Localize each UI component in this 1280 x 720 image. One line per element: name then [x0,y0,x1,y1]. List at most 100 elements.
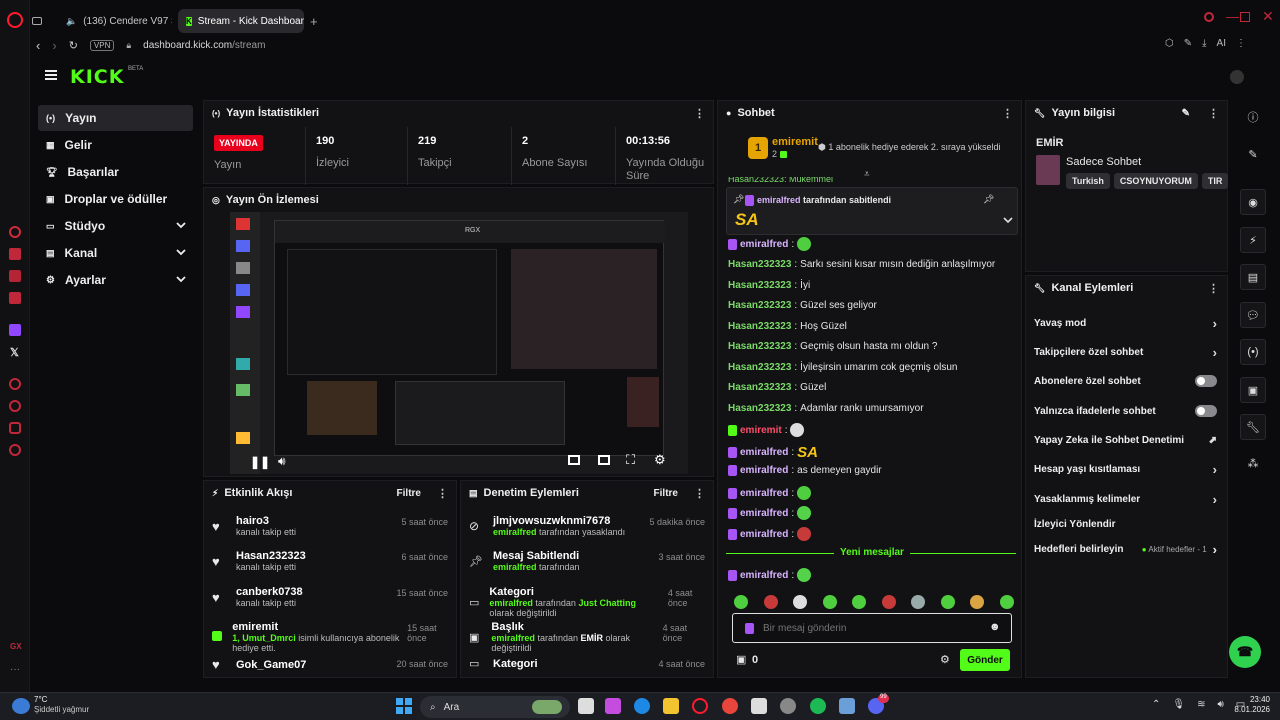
support-headset-icon[interactable]: ☎︎ [1229,636,1261,668]
nav-item-yayin[interactable]: (•) Yayın [38,105,193,131]
opera-icon[interactable] [692,698,708,714]
kick-logo[interactable]: KICK [70,66,124,88]
file-explorer-icon[interactable] [663,698,679,714]
chat-username[interactable]: emiremit [740,425,782,436]
chat-input[interactable] [763,620,983,636]
download-icon[interactable]: ⤓ [1202,38,1206,49]
more-icon[interactable]: ⋮ [694,107,705,120]
twitch-icon[interactable] [9,324,21,336]
aria-icon[interactable] [9,226,21,238]
workspaces-icon[interactable] [32,17,42,25]
messenger-icon[interactable] [9,248,21,260]
chat-username[interactable]: Hasan232323 [728,382,791,393]
chevron-up-icon[interactable]: ⌃ [1152,699,1160,710]
tab-youtube[interactable]: 🔈 (136) Cendere V97 Slo [52,9,172,33]
chat-username[interactable]: Hasan232323 [728,341,791,352]
filter-button[interactable]: Filtre [654,488,678,499]
extensions-icon[interactable] [9,422,21,434]
snapshot-icon[interactable]: ⬡ [1165,38,1174,49]
reload-icon[interactable]: ↻ [69,39,78,52]
chevron-down-icon[interactable] [175,246,187,261]
windows-start-icon[interactable] [396,698,412,714]
edit-icon[interactable]: ✎ [1182,108,1190,119]
forward-icon[interactable]: › [52,38,56,53]
chat-username[interactable]: emiralfred [740,447,788,458]
speaker-icon[interactable]: 🔈 [66,16,77,27]
emote-icon[interactable] [940,595,955,609]
chat-username[interactable]: Hasan232323 [728,403,791,414]
settings-icon[interactable] [9,444,21,456]
maximize-button[interactable] [1240,12,1250,22]
emote-icon[interactable] [911,595,926,609]
opera-logo-icon[interactable] [7,12,23,28]
chat-username[interactable]: Hasan232323 [728,280,791,291]
chat-icon[interactable]: 💬︎ [1240,302,1266,328]
gear-icon[interactable]: ⚙ [654,452,666,468]
tag[interactable]: Turkish [1066,173,1110,189]
pin-icon[interactable]: ✎ [1184,38,1192,49]
mail-icon[interactable] [9,292,21,304]
back-icon[interactable]: ‹ [36,38,40,53]
player-icon[interactable] [9,378,21,390]
chat-username[interactable]: emiralfred [740,488,788,499]
chat-input-box[interactable]: ☻ [732,613,1012,643]
minimize-button[interactable]: — [1226,9,1239,24]
tab-search-icon[interactable] [1204,12,1214,22]
chat-username[interactable]: emiralfred [740,508,788,519]
url-field[interactable]: dashboard.kick.com/stream [143,40,265,51]
edit-icon[interactable]: ✎ [1240,141,1266,167]
more-icon[interactable]: ⋮ [1002,107,1013,120]
task-view-icon[interactable] [578,698,594,714]
history-icon[interactable] [9,400,21,412]
unpin-icon[interactable]: 📌︎ [983,194,994,205]
filter-button[interactable]: Filtre [397,488,421,499]
chat-username[interactable]: Hasan232323 [728,300,791,311]
chevron-down-icon[interactable] [1003,214,1013,228]
emote-icon[interactable] [734,595,748,609]
action-raid[interactable]: İzleyici Yönlendir [1034,513,1217,535]
volume-icon[interactable]: 🔊︎ [278,454,286,469]
gx-icon[interactable]: GX [10,642,22,651]
chat-username[interactable]: emiralfred [740,239,788,250]
fullscreen-icon[interactable]: ⛶ [626,452,635,468]
store-icon[interactable] [751,698,767,714]
chat-username[interactable]: Hasan232323 [728,259,791,270]
nav-item-basarilar[interactable]: 🏆︎ Başarılar [38,159,193,185]
menu-icon[interactable]: ⋮ [1236,38,1246,49]
app-icon[interactable] [839,698,855,714]
x-icon[interactable]: 𝕏 [10,346,19,359]
mic-icon[interactable]: 🎙︎ [1172,699,1185,710]
action-followers-only[interactable]: Takipçilere özel sohbet › [1034,341,1217,363]
chevron-down-icon[interactable] [175,219,187,234]
wifi-icon[interactable]: ≋ [1197,699,1205,710]
lightning-icon[interactable]: ⚡︎ [1240,227,1266,253]
chevron-down-icon[interactable] [175,273,187,288]
tag[interactable]: TIR [1201,173,1229,189]
emote-only-toggle[interactable] [1195,405,1217,417]
send-button[interactable]: Gönder [960,649,1010,671]
emote-icon[interactable] [970,595,985,609]
nav-item-ayarlar[interactable]: ⚙ Ayarlar [38,267,193,293]
close-window-button[interactable]: ✕ [1262,8,1274,25]
gifter-name[interactable]: emiremit [772,136,818,148]
document-icon[interactable]: ▤ [1240,264,1266,290]
more-icon[interactable]: ⋮ [694,487,705,500]
avatar[interactable] [1230,70,1244,84]
hamburger-icon[interactable] [45,70,57,80]
emote-icon[interactable] [852,595,867,609]
action-goals[interactable]: Hedefleri belirleyin ● Aktif hedefler - 1… [1034,538,1217,560]
instagram-icon[interactable] [9,270,21,282]
action-account-age[interactable]: Hesap yaşı kısıtlaması › [1034,458,1217,480]
more-icon[interactable]: ⋮ [437,487,448,500]
pinned-message[interactable]: 📌︎ emiralfred tarafından sabitlendi 📌︎ S… [726,187,1018,235]
camera-icon[interactable]: ◉ [1240,189,1266,215]
nav-item-kanal[interactable]: ▤ Kanal [38,240,193,266]
weather-icon[interactable] [12,698,30,714]
new-tab-button[interactable]: + [310,14,318,29]
subscribers-only-toggle[interactable] [1195,375,1217,387]
chrome-icon[interactable] [722,698,738,714]
tag[interactable]: CSOYNUYORUM [1113,173,1198,189]
action-slow-mode[interactable]: Yavaş mod › [1034,312,1217,334]
wrench-icon[interactable]: 🔧︎ [1240,414,1266,440]
vpn-badge[interactable]: VPN [89,39,115,51]
